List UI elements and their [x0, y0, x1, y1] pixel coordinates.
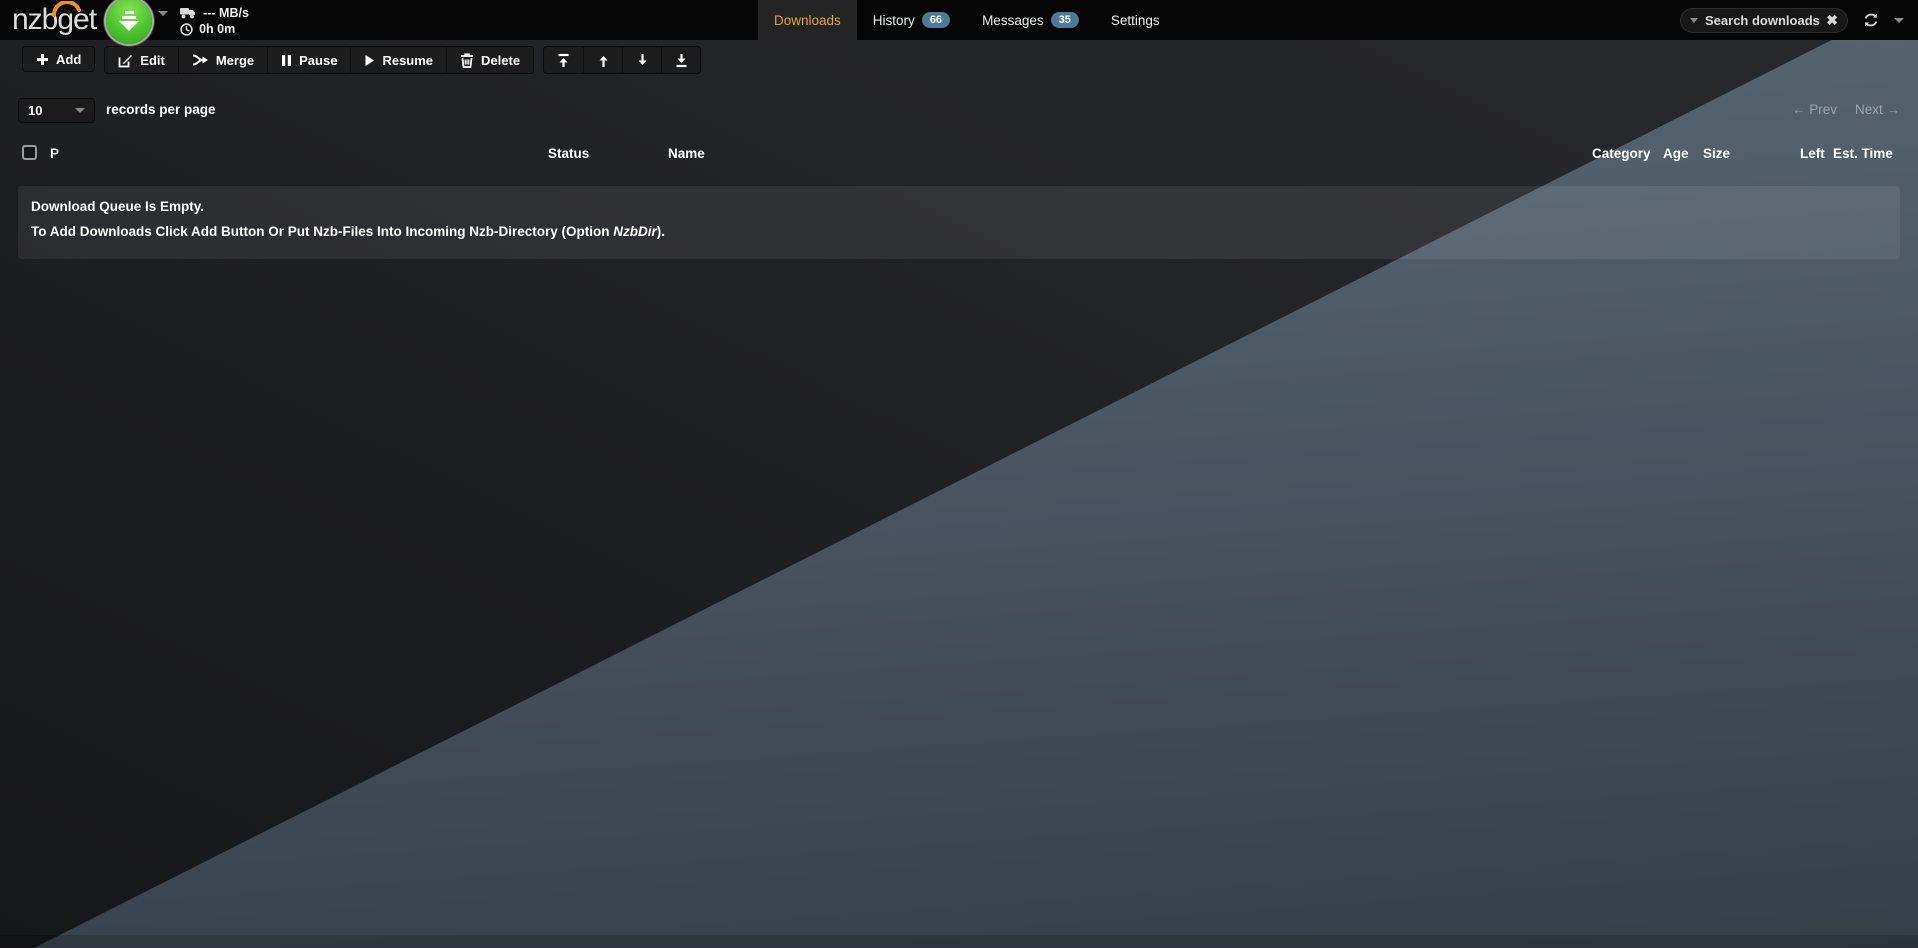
- merge-button[interactable]: Merge: [178, 47, 267, 73]
- search-box: ✖: [1680, 8, 1848, 33]
- refresh-menu-caret-icon[interactable]: [1894, 18, 1904, 23]
- column-header-est-time: Est. Time: [1833, 146, 1893, 161]
- search-clear-icon[interactable]: ✖: [1826, 13, 1838, 27]
- delete-button[interactable]: Delete: [446, 47, 533, 73]
- next-page-link[interactable]: Next →: [1855, 102, 1900, 117]
- refresh-icon: [1862, 11, 1880, 29]
- queue-table-header: P Status Name Category Age Size Left Est…: [0, 140, 1918, 170]
- add-button[interactable]: Add: [22, 46, 95, 72]
- column-header-name: Name: [668, 146, 705, 161]
- column-header-status: Status: [548, 146, 589, 161]
- speed-truck-icon: [180, 7, 197, 19]
- tab-downloads[interactable]: Downloads: [758, 0, 857, 40]
- resume-button[interactable]: Resume: [350, 47, 446, 73]
- move-down-icon: [635, 53, 650, 68]
- brand-area: nzbget --- MB/: [12, 0, 249, 40]
- nzbdir-option-name: NzbDir: [613, 224, 657, 239]
- select-caret-icon: [75, 108, 85, 113]
- pause-button[interactable]: Pause: [267, 47, 350, 73]
- move-down-button[interactable]: [622, 47, 661, 73]
- edit-button[interactable]: Edit: [105, 47, 178, 73]
- status-indicators: --- MB/s 0h 0m: [180, 4, 249, 36]
- move-top-icon: [556, 53, 571, 68]
- speed-row: --- MB/s: [180, 6, 249, 20]
- queue-toolbar: Add Edit Merge: [22, 46, 701, 74]
- tab-settings[interactable]: Settings: [1095, 0, 1176, 40]
- uptime-row: 0h 0m: [180, 22, 249, 36]
- column-header-size: Size: [1703, 146, 1730, 161]
- history-count-badge: 66: [922, 12, 950, 28]
- pause-icon: [281, 54, 292, 67]
- logo-arc-icon: [52, 1, 82, 17]
- empty-queue-message: Download Queue Is Empty. To Add Download…: [18, 186, 1900, 259]
- move-bottom-button[interactable]: [661, 47, 700, 73]
- move-bottom-icon: [674, 53, 689, 68]
- search-options-caret-icon[interactable]: [1690, 18, 1698, 23]
- tab-history[interactable]: History 66: [857, 0, 966, 40]
- download-logo-button[interactable]: [106, 0, 152, 44]
- records-per-page-label: records per page: [106, 102, 216, 117]
- column-header-left: Left: [1800, 146, 1825, 161]
- navbar-right-controls: ✖: [1680, 0, 1904, 40]
- column-header-priority: P: [50, 146, 59, 161]
- plus-icon: [36, 53, 49, 66]
- move-up-button[interactable]: [583, 47, 622, 73]
- trash-icon: [460, 53, 474, 68]
- speed-value: --- MB/s: [203, 6, 249, 20]
- empty-queue-title: Download Queue Is Empty.: [31, 199, 1900, 214]
- pager-row: 10 records per page ← Prev Next →: [18, 98, 1900, 124]
- tab-messages[interactable]: Messages 35: [966, 0, 1095, 40]
- queue-action-group: Edit Merge Pause Resume: [104, 46, 534, 74]
- nzbget-app: nzbget --- MB/: [0, 0, 1918, 948]
- prev-page-link[interactable]: ← Prev: [1792, 102, 1837, 117]
- clock-icon: [180, 23, 193, 36]
- top-navbar: nzbget --- MB/: [0, 0, 1918, 40]
- select-all-checkbox[interactable]: [22, 145, 37, 160]
- logo-menu-caret-icon[interactable]: [158, 11, 168, 16]
- edit-icon: [118, 53, 133, 68]
- pagination-links: ← Prev Next →: [1792, 102, 1900, 117]
- move-up-icon: [596, 53, 611, 68]
- messages-count-badge: 35: [1051, 12, 1079, 28]
- logo-arrow-icon: [125, 11, 134, 14]
- search-input[interactable]: [1705, 13, 1826, 28]
- move-group: [543, 46, 701, 74]
- column-header-age: Age: [1663, 146, 1689, 161]
- merge-icon: [192, 53, 209, 67]
- move-top-button[interactable]: [544, 47, 583, 73]
- play-icon: [364, 54, 375, 67]
- empty-queue-hint: To Add Downloads Click Add Button Or Put…: [31, 224, 1900, 239]
- nzbget-logo: nzbget: [12, 0, 96, 40]
- uptime-value: 0h 0m: [199, 22, 235, 36]
- refresh-button[interactable]: [1862, 11, 1880, 29]
- main-tabs: Downloads History 66 Messages 35 Setting…: [758, 0, 1176, 40]
- column-header-category: Category: [1592, 146, 1651, 161]
- records-per-page-select[interactable]: 10: [18, 98, 95, 123]
- wallpaper-bottom-shade: [0, 935, 1918, 948]
